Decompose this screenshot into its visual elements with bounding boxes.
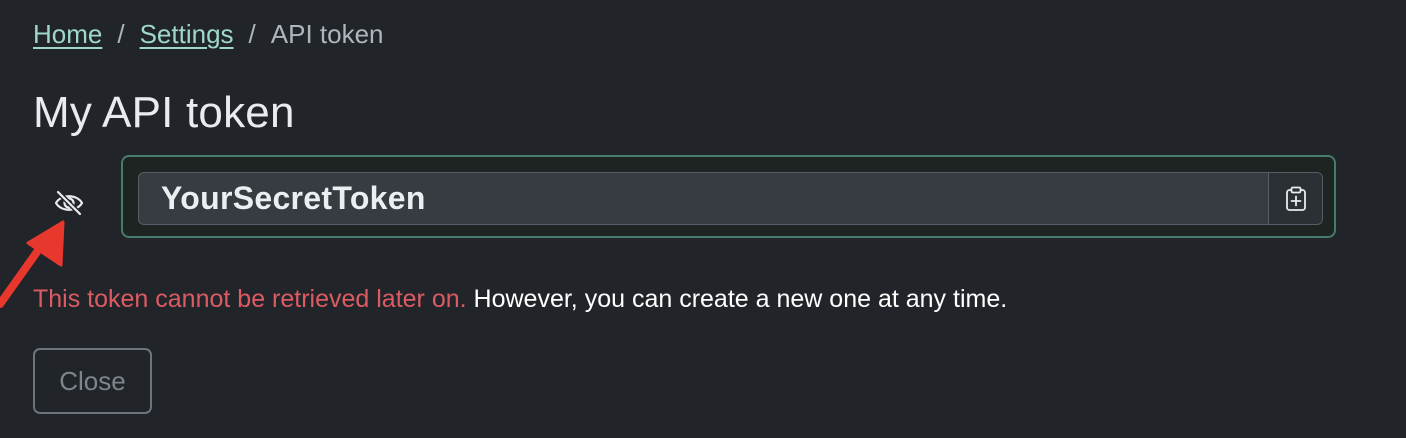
clipboard-plus-icon [1285,186,1306,211]
close-button[interactable]: Close [33,348,152,414]
copy-token-button[interactable] [1268,173,1322,224]
eye-slash-icon [54,190,84,216]
token-input-group: YourSecretToken [138,172,1323,225]
breadcrumb: Home / Settings / API token [33,17,384,51]
breadcrumb-current: API token [270,18,384,49]
breadcrumb-separator: / [248,18,256,49]
token-field[interactable]: YourSecretToken [139,173,1268,224]
breadcrumb-settings-link[interactable]: Settings [140,19,234,50]
token-info-text: However, you can create a new one at any… [466,285,1008,313]
token-notice: This token cannot be retrieved later on.… [33,282,1007,316]
toggle-token-visibility-button[interactable] [53,188,85,218]
breadcrumb-home-link[interactable]: Home [33,19,102,50]
token-container: YourSecretToken [121,155,1336,238]
token-warning-text: This token cannot be retrieved later on. [33,285,467,313]
page-title: My API token [33,88,295,137]
breadcrumb-separator: / [117,18,125,49]
